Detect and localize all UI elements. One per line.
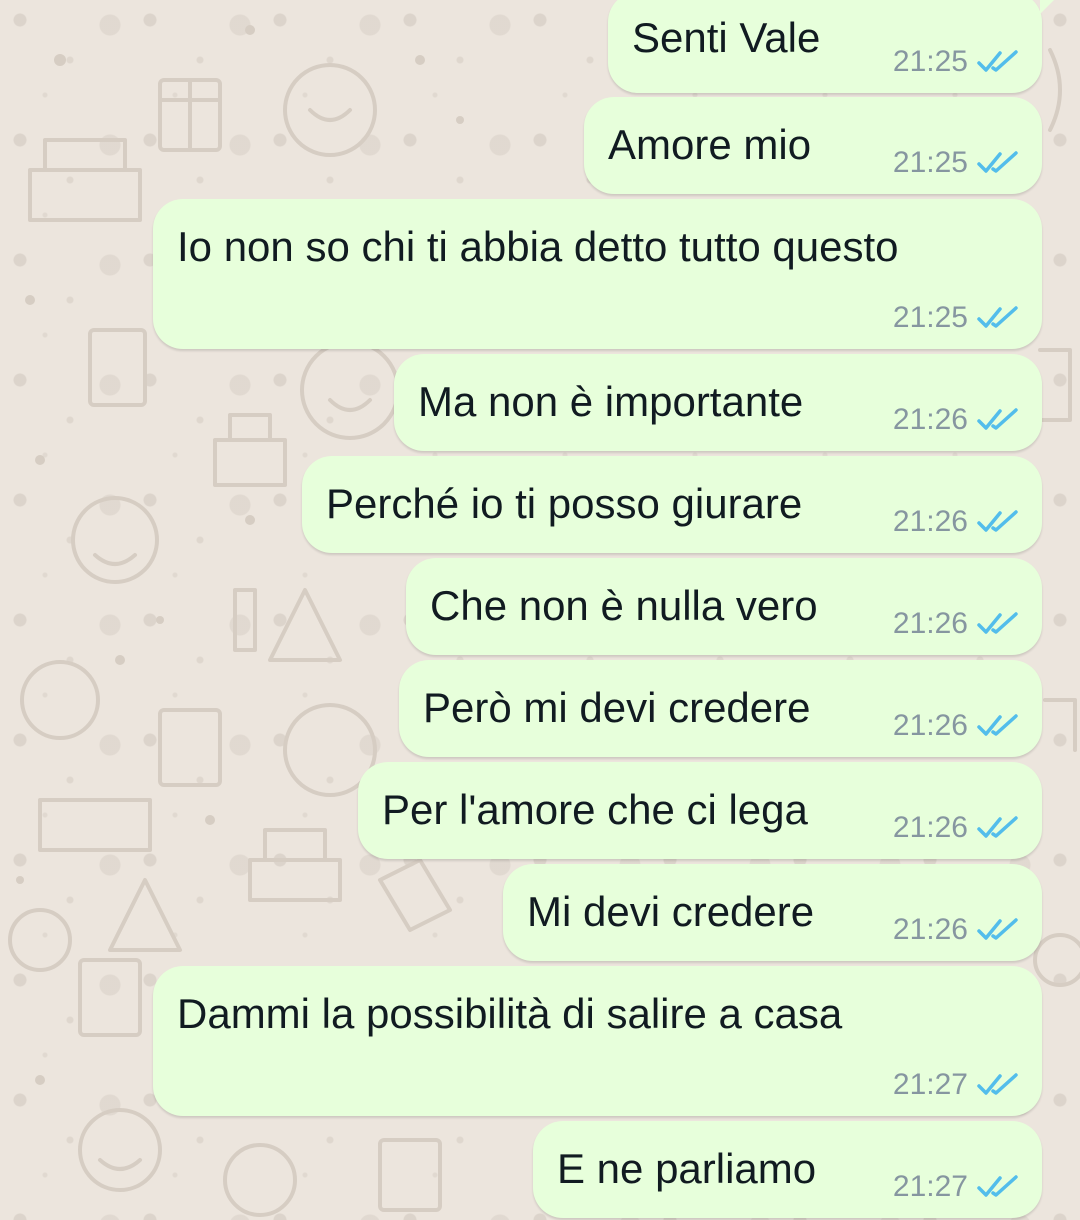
double-check-icon: [977, 612, 1018, 634]
double-check-icon: [977, 714, 1018, 736]
message-time: 21:25: [892, 301, 968, 334]
message-meta: 21:27: [893, 1170, 1020, 1204]
double-check-icon: [977, 1175, 1018, 1197]
message-meta: 21:27: [893, 1068, 1020, 1102]
message-meta: 21:26: [893, 403, 1020, 437]
message-bubble[interactable]: Mi devi credere 21:26: [503, 864, 1042, 961]
message-bubble[interactable]: Senti Vale 21:25: [608, 0, 1062, 93]
message-text: Amore mio: [608, 121, 812, 168]
message-meta: 21:25: [893, 146, 1020, 180]
message-bubble[interactable]: E ne parliamo 21:27: [533, 1121, 1042, 1218]
message-meta: 21:25: [893, 45, 1020, 79]
message-bubble[interactable]: Io non so chi ti abbia detto tutto quest…: [153, 199, 1042, 349]
message-text: Dammi la possibilità di salire a casa: [177, 990, 843, 1037]
message-time: 21:25: [892, 146, 968, 179]
message-bubble[interactable]: Però mi devi credere 21:26: [399, 660, 1042, 757]
message-meta: 21:26: [893, 709, 1020, 743]
message-text: Senti Vale: [632, 14, 821, 61]
message-time: 21:26: [892, 709, 968, 742]
message-bubble[interactable]: Per l'amore che ci lega 21:26: [358, 762, 1042, 859]
message-time: 21:25: [892, 45, 968, 78]
message-time: 21:26: [892, 403, 968, 436]
message-text: E ne parliamo: [557, 1145, 817, 1192]
message-time: 21:27: [892, 1068, 968, 1101]
message-meta: 21:26: [893, 811, 1020, 845]
message-text: Che non è nulla vero: [430, 582, 818, 629]
message-text: Ma non è importante: [418, 378, 804, 425]
message-time: 21:26: [892, 811, 968, 844]
message-bubble[interactable]: Dammi la possibilità di salire a casa 21…: [153, 966, 1042, 1116]
message-bubble[interactable]: Perché io ti posso giurare 21:26: [302, 456, 1042, 553]
message-time: 21:26: [892, 913, 968, 946]
message-text: Per l'amore che ci lega: [382, 786, 808, 833]
message-bubble[interactable]: Che non è nulla vero 21:26: [406, 558, 1042, 655]
message-meta: 21:26: [893, 607, 1020, 641]
message-text: Io non so chi ti abbia detto tutto quest…: [177, 223, 899, 270]
double-check-icon: [977, 151, 1018, 173]
message-time: 21:26: [892, 607, 968, 640]
message-meta: 21:26: [893, 913, 1020, 947]
double-check-icon: [977, 510, 1018, 532]
message-bubble[interactable]: Amore mio 21:25: [584, 97, 1042, 194]
double-check-icon: [977, 918, 1018, 940]
double-check-icon: [977, 816, 1018, 838]
double-check-icon: [977, 1073, 1018, 1095]
message-meta: 21:26: [893, 505, 1020, 539]
message-time: 21:26: [892, 505, 968, 538]
message-text: Perché io ti posso giurare: [326, 480, 803, 527]
message-time: 21:27: [892, 1170, 968, 1203]
message-text: Però mi devi credere: [423, 684, 811, 731]
message-meta: 21:25: [893, 301, 1020, 335]
double-check-icon: [977, 50, 1018, 72]
message-bubble[interactable]: Ma non è importante 21:26: [394, 354, 1042, 451]
message-text: Mi devi credere: [527, 888, 815, 935]
double-check-icon: [977, 306, 1018, 328]
double-check-icon: [977, 408, 1018, 430]
